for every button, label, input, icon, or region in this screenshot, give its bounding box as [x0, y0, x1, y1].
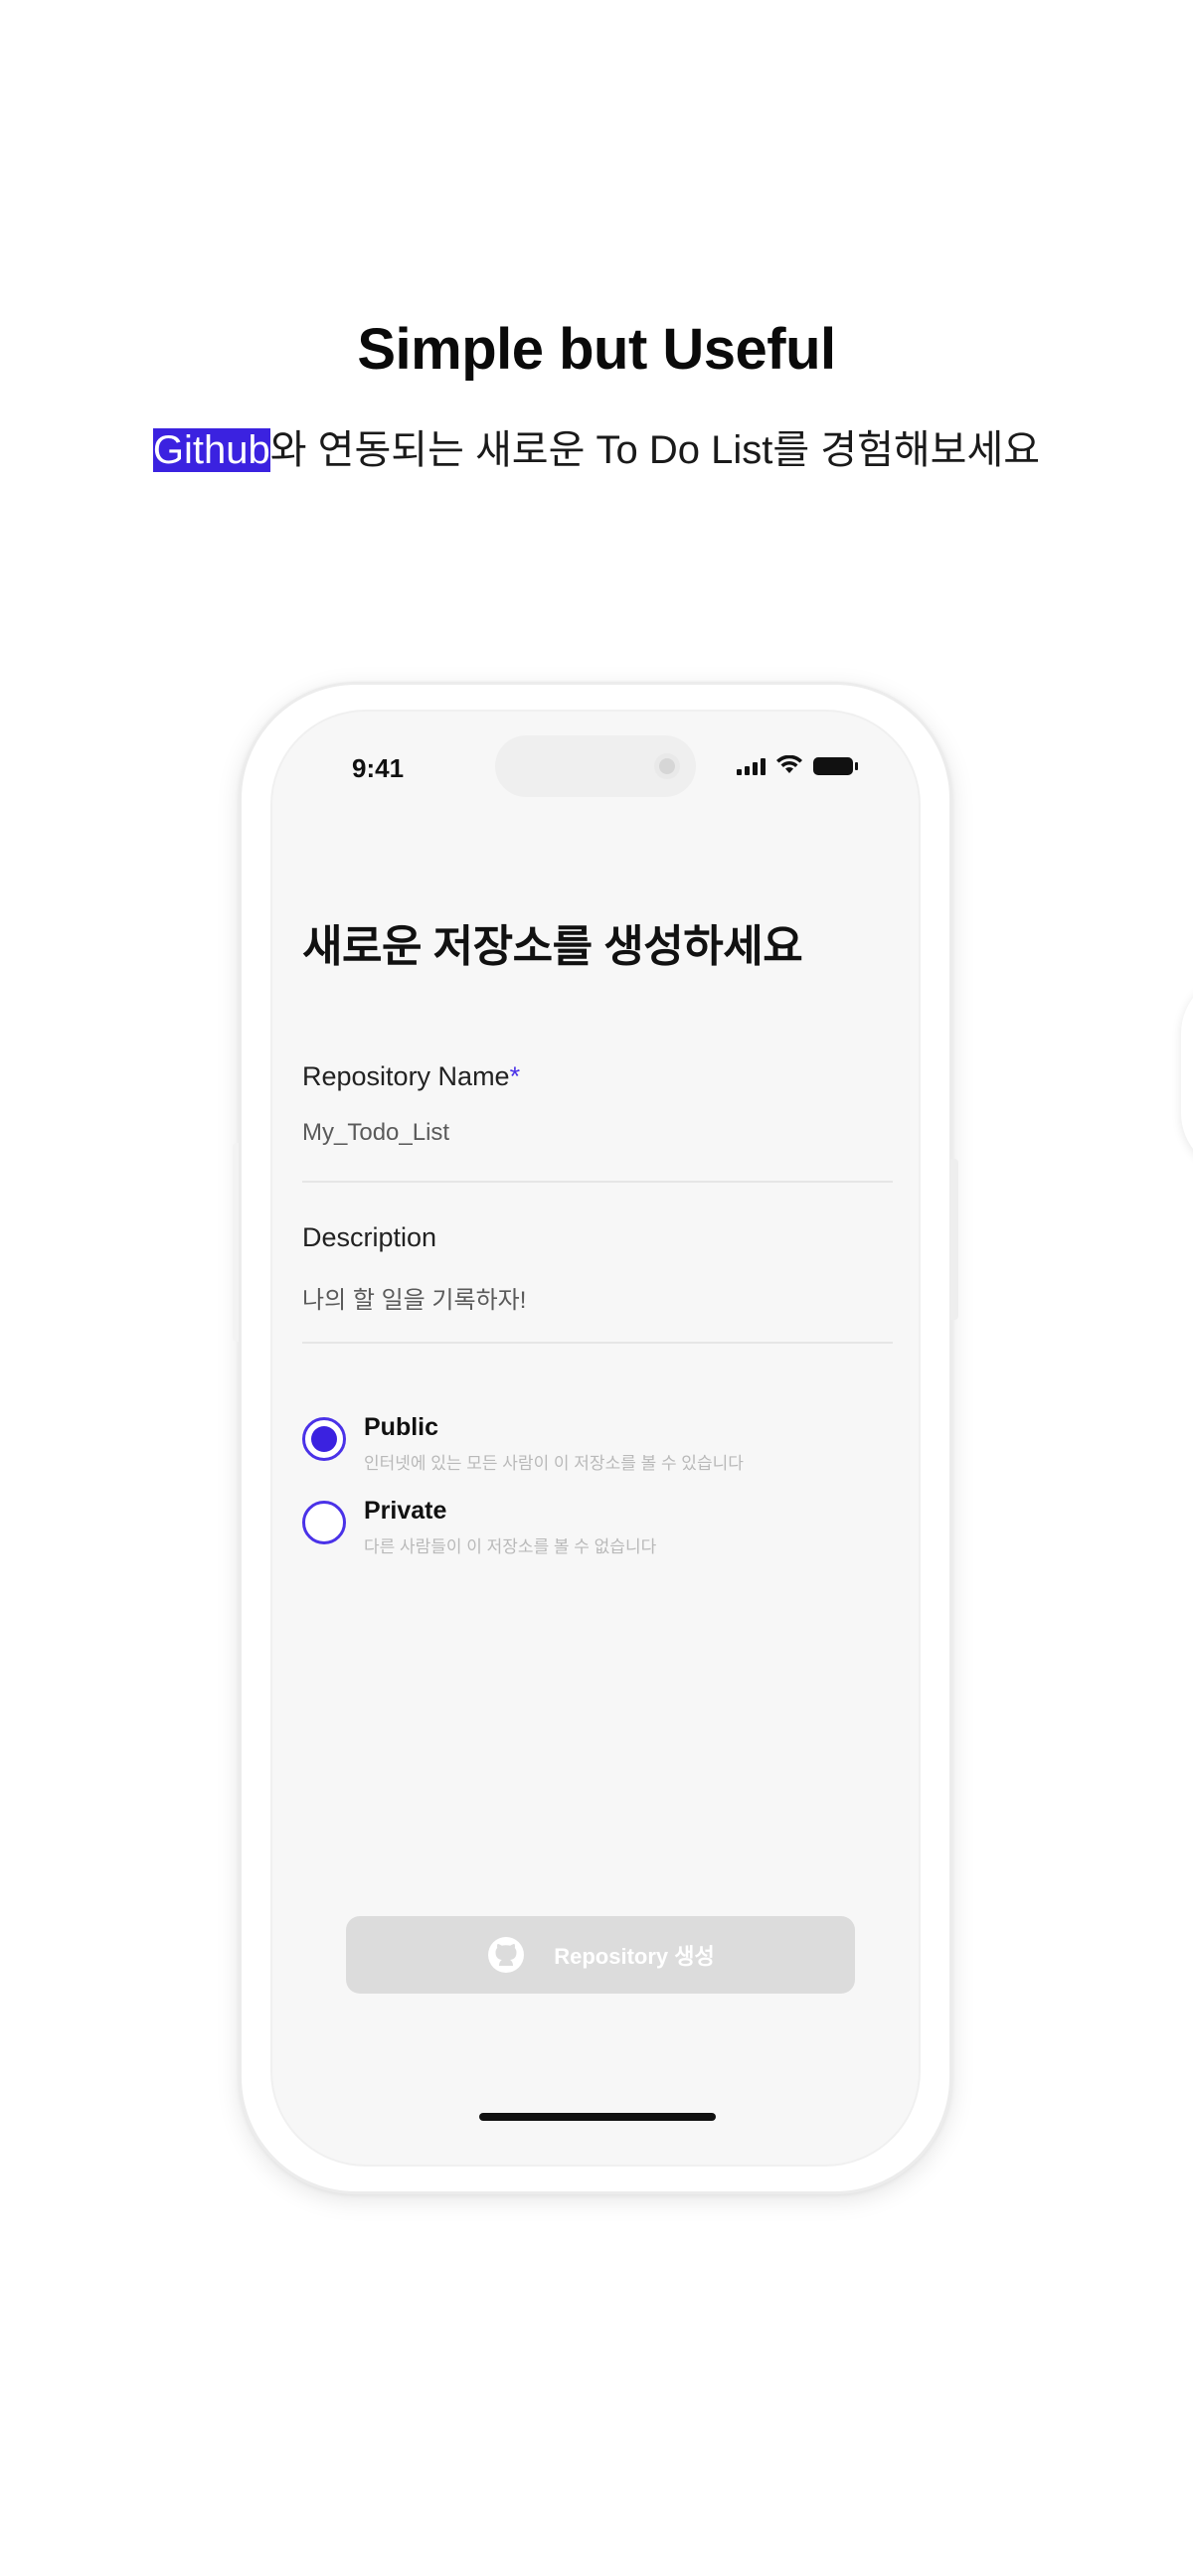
- battery-icon: [813, 757, 858, 775]
- github-icon: [488, 1937, 525, 1973]
- status-time: 9:41: [352, 753, 405, 783]
- radio-private-desc: 다른 사람들이 이 저장소를 볼 수 없습니다: [364, 1537, 657, 1556]
- repo-name-label: Repository Name*: [302, 1061, 520, 1092]
- radio-public[interactable]: [302, 1417, 346, 1461]
- radio-private-label[interactable]: Private: [364, 1497, 446, 1526]
- status-icons: [737, 755, 858, 775]
- create-repository-button[interactable]: Repository 생성: [346, 1916, 855, 1994]
- home-indicator: [479, 2113, 716, 2121]
- radio-private[interactable]: [302, 1501, 346, 1544]
- phone-side-button: [950, 1159, 958, 1320]
- phone-screen: 9:41 새로운 저장소를 생성하세요 Repository Name* My_…: [270, 710, 921, 2167]
- page: Simple but Useful Github와 연동되는 새로운 To Do…: [0, 0, 1193, 2576]
- radio-public-desc: 인터넷에 있는 모든 사람이 이 저장소를 볼 수 있습니다: [364, 1454, 744, 1473]
- radio-public-label[interactable]: Public: [364, 1413, 438, 1442]
- headline: Simple but Useful: [357, 317, 836, 382]
- camera-icon: [654, 753, 680, 779]
- signal-icon: [737, 757, 766, 775]
- repo-name-underline: [302, 1181, 893, 1183]
- subtitle-highlight: Github: [152, 428, 270, 472]
- wifi-icon: [776, 755, 802, 773]
- dynamic-island: [495, 735, 696, 797]
- next-phone-edge: [1181, 974, 1193, 1173]
- subtitle-text: 와 연동되는 새로운 To Do List를 경험해보세요: [269, 428, 1041, 472]
- screen-title: 새로운 저장소를 생성하세요: [302, 922, 803, 971]
- description-underline: [302, 1342, 893, 1344]
- subtitle: Github와 연동되는 새로운 To Do List를 경험해보세요: [0, 417, 1193, 475]
- description-label: Description: [302, 1222, 437, 1252]
- phone-volume-button: [233, 1143, 239, 1342]
- required-mark: *: [509, 1061, 521, 1091]
- repo-name-input[interactable]: My_Todo_List: [302, 1119, 449, 1147]
- create-repository-label: Repository 생성: [554, 1944, 715, 1969]
- description-input[interactable]: 나의 할 일을 기록하자!: [302, 1280, 526, 1315]
- repo-name-label-text: Repository Name: [302, 1061, 510, 1091]
